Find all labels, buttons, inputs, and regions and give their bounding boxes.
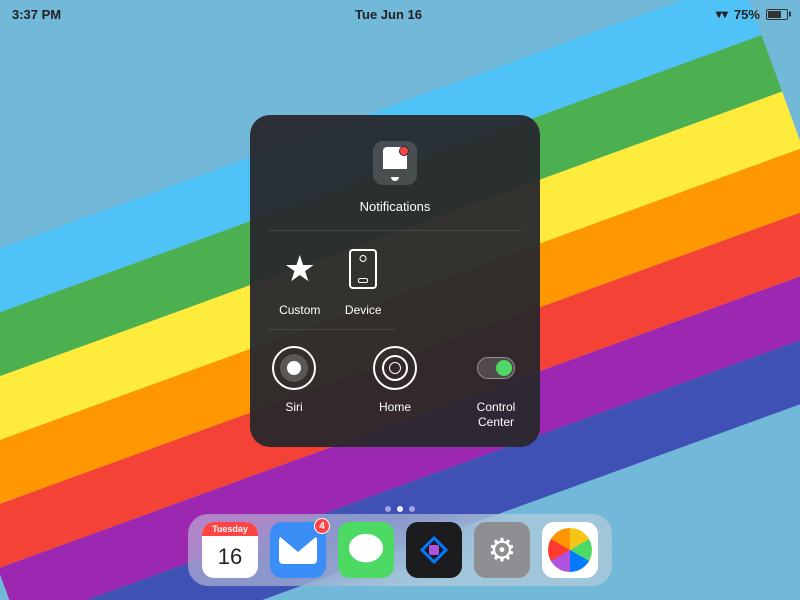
control-center-icon — [477, 357, 515, 379]
status-time: 3:37 PM — [12, 7, 61, 22]
status-date: Tue Jun 16 — [355, 7, 422, 22]
notifications-label: Notifications — [360, 199, 431, 214]
wifi-icon: ▾▾ — [716, 7, 728, 21]
control-center-icon-container — [470, 342, 522, 394]
shortcuts-icon — [416, 532, 452, 568]
page-dot-1 — [385, 506, 391, 512]
home-icon — [373, 346, 417, 390]
battery-indicator — [766, 9, 788, 20]
calendar-header: Tuesday — [202, 522, 258, 536]
control-center-label: ControlCenter — [477, 400, 516, 429]
dock-app-shortcuts[interactable] — [406, 522, 462, 578]
device-icon — [349, 249, 377, 289]
siri-inner — [280, 354, 308, 382]
toggle-knob — [496, 360, 512, 376]
calendar-day: 16 — [218, 546, 242, 568]
dock-app-calendar[interactable]: Tuesday 16 — [202, 522, 258, 578]
page-dot-3 — [409, 506, 415, 512]
mail-icon — [279, 536, 317, 564]
siri-dot — [287, 361, 301, 375]
home-icon-container — [369, 342, 421, 394]
dock-app-mail[interactable]: 4 — [270, 522, 326, 578]
messages-icon — [347, 531, 385, 569]
notifications-icon-container[interactable] — [365, 133, 425, 193]
page-dots — [385, 506, 415, 512]
custom-icon-container: ★ — [274, 243, 326, 295]
at-notifications-section: Notifications — [268, 133, 522, 231]
notifications-icon — [373, 141, 417, 185]
at-device-item[interactable]: Device — [332, 243, 396, 317]
battery-fill — [768, 11, 782, 18]
dock: Tuesday 16 4 ⚙ — [188, 514, 612, 586]
home-center — [389, 362, 401, 374]
battery-percent: 75% — [734, 7, 760, 22]
at-control-center-item[interactable]: ControlCenter — [470, 342, 522, 429]
at-custom-item[interactable]: ★ Custom — [268, 243, 332, 317]
assistive-touch-menu: Notifications ★ Custom Device — [250, 115, 540, 447]
custom-label: Custom — [279, 303, 320, 317]
calendar-day-container: 16 — [218, 536, 242, 578]
at-middle-row: ★ Custom Device — [268, 239, 395, 330]
siri-label: Siri — [285, 400, 302, 414]
battery-icon — [766, 9, 788, 20]
device-icon-container — [337, 243, 389, 295]
status-right: ▾▾ 75% — [716, 7, 788, 22]
mail-badge: 4 — [314, 518, 330, 534]
at-bottom-row: Siri Home ControlCenter — [268, 330, 522, 429]
siri-icon-container — [268, 342, 320, 394]
home-label: Home — [379, 400, 411, 414]
dock-app-settings[interactable]: ⚙ — [474, 522, 530, 578]
at-siri-item[interactable]: Siri — [268, 342, 320, 429]
dock-app-photos[interactable] — [542, 522, 598, 578]
at-home-item[interactable]: Home — [369, 342, 421, 429]
home-inner — [382, 355, 408, 381]
settings-gear-icon: ⚙ — [488, 531, 517, 569]
status-bar: 3:37 PM Tue Jun 16 ▾▾ 75% — [0, 0, 800, 28]
page-dot-2 — [397, 506, 403, 512]
dock-app-messages[interactable] — [338, 522, 394, 578]
photos-gradient — [548, 528, 592, 572]
siri-icon — [272, 346, 316, 390]
star-icon: ★ — [284, 248, 316, 290]
device-label: Device — [345, 303, 382, 317]
notification-badge — [399, 146, 409, 156]
